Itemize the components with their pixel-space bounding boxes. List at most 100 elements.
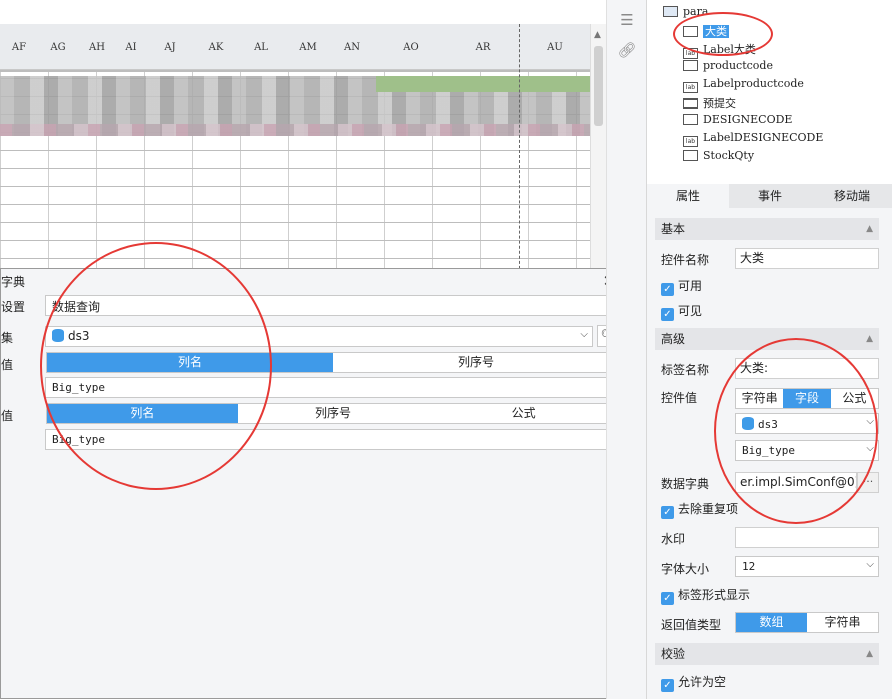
- check-icon: ✓: [661, 308, 674, 321]
- tab-events[interactable]: 事件: [729, 184, 811, 208]
- name-input[interactable]: 大类: [735, 248, 879, 269]
- check-icon: ✓: [661, 506, 674, 519]
- display-value-index-tab[interactable]: 列序号: [238, 404, 429, 423]
- link-icon[interactable]: 🔗︎: [617, 40, 637, 60]
- label-icon: lab: [683, 136, 698, 147]
- column-header-cell[interactable]: AU: [536, 42, 574, 58]
- tree-item[interactable]: lab Label大类: [683, 41, 756, 59]
- column-header-cell[interactable]: AH: [80, 42, 114, 58]
- tag-name-input[interactable]: 大类:: [735, 358, 879, 379]
- column-header: AF AG AH AI AJ AK AL AM AN AO AR AU: [0, 24, 590, 70]
- watermark-label: 水印: [661, 532, 686, 546]
- control-value-column-select[interactable]: Big_type ⌵: [735, 440, 879, 461]
- tab-mobile[interactable]: 移动端: [811, 184, 892, 208]
- tree-item[interactable]: StockQty: [683, 149, 754, 165]
- column-header-cell[interactable]: AN: [334, 42, 370, 58]
- display-value-select[interactable]: Big_type ⌵: [45, 429, 620, 450]
- vertical-scrollbar[interactable]: ▲: [590, 24, 606, 284]
- section-validation[interactable]: 校验 ▲: [655, 643, 879, 665]
- tree-item[interactable]: DESIGNECODE: [683, 113, 792, 129]
- collapse-icon[interactable]: ▲: [866, 218, 873, 240]
- control-value-string-tab[interactable]: 字符串: [736, 389, 783, 408]
- key-column-name-tab[interactable]: 列名: [47, 353, 333, 372]
- display-value-select-value: Big_type: [52, 433, 105, 446]
- check-icon: ✓: [661, 679, 674, 692]
- column-header-cell[interactable]: AR: [464, 42, 502, 58]
- column-header-cell[interactable]: AM: [290, 42, 326, 58]
- allow-empty-checkbox[interactable]: ✓ 允许为空: [661, 675, 726, 692]
- side-toolbar: ☰ 🔗︎: [606, 0, 646, 699]
- display-value-label: 值: [1, 409, 14, 423]
- setting-label: 设置: [1, 300, 26, 314]
- tree-item[interactable]: productcode: [683, 59, 773, 75]
- scroll-up-icon[interactable]: ▲: [594, 30, 601, 40]
- return-type-label: 返回值类型: [661, 618, 722, 632]
- check-icon: ✓: [661, 592, 674, 605]
- key-column-mode-toggle: 列名 列序号: [46, 352, 620, 373]
- enabled-checkbox[interactable]: ✓ 可用: [661, 279, 702, 296]
- name-label: 控件名称: [661, 253, 710, 267]
- watermark-input[interactable]: [735, 527, 879, 548]
- chevron-down-icon[interactable]: ⌵: [866, 443, 874, 454]
- column-header-cell[interactable]: AK: [198, 42, 234, 58]
- textbox-icon: [683, 150, 698, 161]
- tree-root[interactable]: para: [663, 5, 708, 21]
- app-window: AF AG AH AI AJ AK AL AM AN AO AR AU ▲ 字典…: [0, 0, 892, 699]
- column-header-cell[interactable]: AJ: [152, 42, 188, 58]
- column-header-cell[interactable]: AI: [116, 42, 146, 58]
- font-size-label: 字体大小: [661, 562, 710, 576]
- textbox-icon: [683, 114, 698, 125]
- key-column-label: 值: [1, 358, 14, 372]
- tag-name-label: 标签名称: [661, 363, 710, 377]
- redacted-content: [376, 76, 590, 92]
- chevron-down-icon[interactable]: ⌵: [580, 329, 588, 340]
- control-value-formula-tab[interactable]: 公式: [831, 389, 878, 408]
- widget-tree: para 大类 lab Label大类 productcode lab Labelp…: [647, 0, 892, 184]
- scrollbar-thumb[interactable]: [594, 46, 603, 126]
- column-header-cell[interactable]: AG: [40, 42, 76, 58]
- key-column-select[interactable]: Big_type ⌵: [45, 377, 620, 398]
- section-basic[interactable]: 基本 ▲: [655, 218, 879, 240]
- label-icon: lab: [683, 82, 698, 93]
- check-icon: ✓: [661, 283, 674, 296]
- key-column-index-tab[interactable]: 列序号: [333, 353, 619, 372]
- display-value-formula-tab[interactable]: 公式: [428, 404, 619, 423]
- visible-checkbox[interactable]: ✓ 可见: [661, 304, 702, 321]
- control-value-dataset-select[interactable]: ds3 ⌵: [735, 413, 879, 434]
- panel-tabs: 属性 事件 移动端: [647, 184, 892, 208]
- tab-properties[interactable]: 属性: [647, 184, 729, 208]
- dataset-label: 集: [1, 331, 14, 345]
- return-type-toggle: 数组 字符串: [735, 612, 879, 633]
- redacted-content: [0, 124, 590, 136]
- dedup-checkbox[interactable]: ✓ 去除重复项: [661, 502, 738, 519]
- tag-display-checkbox[interactable]: ✓ 标签形式显示: [661, 588, 750, 605]
- control-value-field-tab[interactable]: 字段: [783, 389, 831, 408]
- dataset-select[interactable]: ds3 ⌵: [45, 326, 593, 347]
- sheet-top-area: [0, 0, 606, 24]
- column-header-cell[interactable]: AF: [2, 42, 36, 58]
- tree-item[interactable]: lab LabelDESIGNECODE: [683, 131, 823, 147]
- column-header-cell[interactable]: AO: [392, 42, 430, 58]
- chevron-down-icon[interactable]: ⌵: [866, 559, 874, 570]
- key-column-select-value: Big_type: [52, 381, 105, 394]
- data-dictionary-more-button[interactable]: ···: [857, 472, 879, 493]
- return-type-array-tab[interactable]: 数组: [736, 613, 807, 632]
- control-value-label: 控件值: [661, 391, 698, 405]
- section-advanced[interactable]: 高级 ▲: [655, 328, 879, 350]
- column-header-cell[interactable]: AL: [242, 42, 280, 58]
- return-type-string-tab[interactable]: 字符串: [807, 613, 878, 632]
- header-divider: [0, 70, 590, 72]
- data-dictionary-input[interactable]: er.impl.SimConf@0]]: [735, 472, 857, 493]
- collapse-icon[interactable]: ▲: [866, 643, 873, 665]
- display-value-name-tab[interactable]: 列名: [47, 404, 238, 423]
- data-dictionary-label: 数据字典: [661, 477, 710, 491]
- setting-select[interactable]: 数据查询 ⌵: [45, 295, 620, 316]
- widget-list-icon[interactable]: ☰: [617, 10, 637, 30]
- chevron-down-icon[interactable]: ⌵: [866, 416, 874, 427]
- property-panel: para 大类 lab Label大类 productcode lab Labelp…: [646, 0, 892, 699]
- tree-item[interactable]: 预提交: [683, 95, 736, 111]
- tree-item[interactable]: lab Labelproductcode: [683, 77, 804, 93]
- font-size-select[interactable]: 12 ⌵: [735, 556, 879, 577]
- collapse-icon[interactable]: ▲: [866, 328, 873, 350]
- tree-item[interactable]: 大类: [683, 23, 729, 39]
